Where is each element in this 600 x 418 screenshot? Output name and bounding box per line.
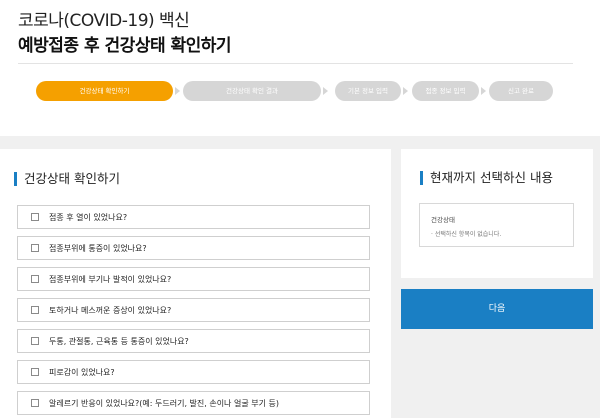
checkbox[interactable] bbox=[31, 244, 39, 252]
selection-empty-text: · 선택하신 항목이 없습니다. bbox=[431, 231, 502, 238]
step-arrow-icon bbox=[481, 87, 486, 95]
page-title-line2: 예방접종 후 건강상태 확인하기 bbox=[18, 36, 232, 56]
checkbox[interactable] bbox=[31, 368, 39, 376]
question-swelling[interactable]: 접종부위에 부기나 발적이 있었나요? bbox=[17, 267, 370, 291]
question-label: 알레르기 반응이 있었나요?(예: 두드러기, 발진, 손이나 얼굴 부기 등) bbox=[49, 399, 279, 408]
question-injection-pain[interactable]: 접종부위에 통증이 있었나요? bbox=[17, 236, 370, 260]
checkbox[interactable] bbox=[31, 306, 39, 314]
question-aches[interactable]: 두통, 관절통, 근육통 등 통증이 있었나요? bbox=[17, 329, 370, 353]
question-label: 접종부위에 통증이 있었나요? bbox=[49, 244, 147, 253]
health-check-section-title: 건강상태 확인하기 bbox=[14, 172, 120, 186]
question-nausea[interactable]: 토하거나 메스꺼운 증상이 있었나요? bbox=[17, 298, 370, 322]
selection-box: 건강상태 · 선택하신 항목이 없습니다. bbox=[419, 203, 574, 247]
page-header: 코로나(COVID-19) 백신 예방접종 후 건강상태 확인하기 건강상태 확… bbox=[0, 0, 600, 136]
health-check-panel: 건강상태 확인하기 접종 후 열이 있었나요? 접종부위에 통증이 있었나요? … bbox=[0, 149, 391, 418]
question-label: 접종부위에 부기나 발적이 있었나요? bbox=[49, 275, 172, 284]
step-arrow-icon bbox=[403, 87, 408, 95]
step-health-check: 건강상태 확인하기 bbox=[36, 81, 173, 101]
question-allergy[interactable]: 알레르기 반응이 있었나요?(예: 두드러기, 발진, 손이나 얼굴 부기 등) bbox=[17, 391, 370, 415]
next-button[interactable]: 다음 bbox=[401, 289, 593, 329]
page-title-line1: 코로나(COVID-19) 백신 bbox=[18, 11, 190, 31]
question-label: 두통, 관절통, 근육통 등 통증이 있었나요? bbox=[49, 337, 189, 346]
step-vaccination-info: 접종 정보 입력 bbox=[412, 81, 479, 101]
step-health-result: 건강상태 확인 결과 bbox=[183, 81, 321, 101]
checkbox[interactable] bbox=[31, 275, 39, 283]
step-basic-info: 기본 정보 입력 bbox=[335, 81, 401, 101]
selection-box-title: 건강상태 bbox=[431, 216, 455, 224]
step-arrow-icon bbox=[323, 87, 328, 95]
header-divider bbox=[18, 63, 573, 64]
question-label: 접종 후 열이 있었나요? bbox=[49, 213, 128, 222]
selection-summary-title: 현재까지 선택하신 내용 bbox=[420, 171, 553, 185]
question-label: 토하거나 메스꺼운 증상이 있었나요? bbox=[49, 306, 172, 315]
checkbox[interactable] bbox=[31, 337, 39, 345]
step-report-complete: 신고 완료 bbox=[489, 81, 553, 101]
checkbox[interactable] bbox=[31, 213, 39, 221]
question-label: 피로감이 있었나요? bbox=[49, 368, 115, 377]
selection-summary-panel: 현재까지 선택하신 내용 건강상태 · 선택하신 항목이 없습니다. bbox=[401, 149, 593, 278]
question-fever[interactable]: 접종 후 열이 있었나요? bbox=[17, 205, 370, 229]
question-fatigue[interactable]: 피로감이 있었나요? bbox=[17, 360, 370, 384]
step-arrow-icon bbox=[175, 87, 180, 95]
checkbox[interactable] bbox=[31, 399, 39, 407]
